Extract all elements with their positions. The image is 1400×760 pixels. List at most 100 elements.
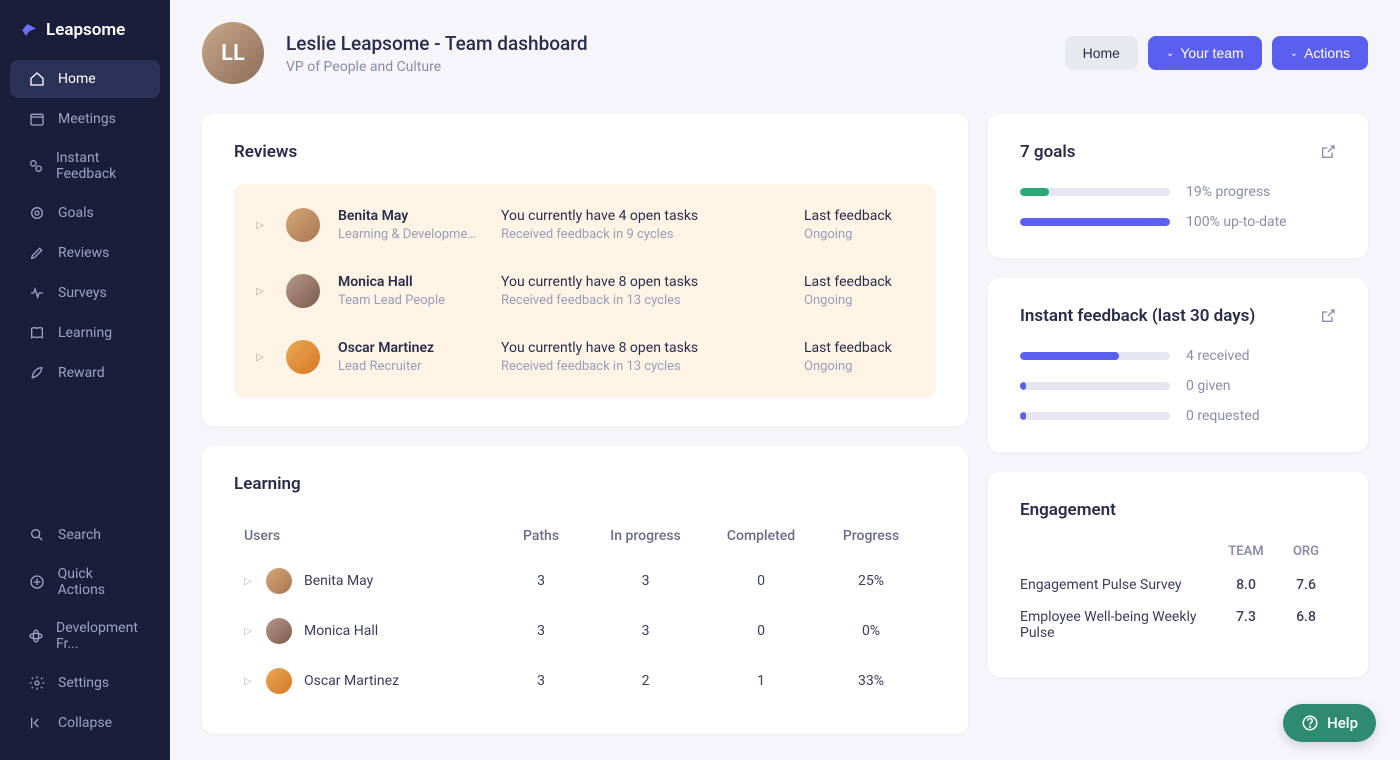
avatar xyxy=(266,618,292,644)
task-info: You currently have 8 open tasks Received … xyxy=(501,274,786,308)
bar-track xyxy=(1020,382,1170,390)
nav-label: Settings xyxy=(58,675,109,691)
cell-completed: 1 xyxy=(706,673,816,689)
fb-value: Ongoing xyxy=(804,227,914,242)
open-tasks: You currently have 4 open tasks xyxy=(501,208,786,224)
table-row[interactable]: ▷Monica Hall 3 3 0 0% xyxy=(234,606,936,656)
avatar xyxy=(266,568,292,594)
header-text: Leslie Leapsome - Team dashboard VP of P… xyxy=(286,32,588,75)
progress-bar-row: 4 received xyxy=(1020,348,1336,364)
progress-bar-row: 0 given xyxy=(1020,378,1336,394)
person-name: Benita May xyxy=(338,208,483,224)
fb-label: Last feedback xyxy=(804,340,914,356)
nav-development[interactable]: Development Fr... xyxy=(10,610,160,662)
help-icon xyxy=(1301,714,1319,732)
feedback-cycles: Received feedback in 9 cycles xyxy=(501,227,786,242)
expand-icon[interactable]: ▷ xyxy=(256,220,268,231)
review-row[interactable]: ▷ Oscar MartinezLead Recruiter You curre… xyxy=(234,324,936,390)
feedback-cycles: Received feedback in 13 cycles xyxy=(501,359,786,374)
progress-bar-row: 19% progress xyxy=(1020,184,1336,200)
expand-icon[interactable]: ▷ xyxy=(256,352,268,363)
user-cell: ▷Oscar Martinez xyxy=(244,668,497,694)
bar-fill xyxy=(1020,218,1170,226)
nav-label: Learning xyxy=(58,325,112,341)
nav-learning[interactable]: Learning xyxy=(10,314,160,352)
nav-collapse[interactable]: Collapse xyxy=(10,704,160,742)
fb-label: Last feedback xyxy=(804,274,914,290)
nav-reward[interactable]: Reward xyxy=(10,354,160,392)
calendar-icon xyxy=(28,110,46,128)
nav-home[interactable]: Home xyxy=(10,60,160,98)
table-row[interactable]: ▷Oscar Martinez 3 2 1 33% xyxy=(234,656,936,706)
bar-fill xyxy=(1020,382,1026,390)
cell-in-progress: 3 xyxy=(585,623,706,639)
user-avatar[interactable]: LL xyxy=(202,22,264,84)
open-tasks: You currently have 8 open tasks xyxy=(501,340,786,356)
header-buttons: Home ⌄Your team ⌄ Actions xyxy=(1065,36,1368,70)
sidebar: Leapsome Home Meetings Instant Feedback … xyxy=(0,0,170,760)
nav-goals[interactable]: Goals xyxy=(10,194,160,232)
atom-icon xyxy=(28,627,44,645)
user-cell: ▷Monica Hall xyxy=(244,618,497,644)
expand-icon[interactable]: ▷ xyxy=(244,626,254,637)
expand-icon[interactable]: ▷ xyxy=(256,286,268,297)
rocket-icon xyxy=(28,364,46,382)
cell-progress: 0% xyxy=(816,623,926,639)
bar-fill xyxy=(1020,352,1119,360)
engagement-row[interactable]: Employee Well-being Weekly Pulse 7.3 6.8 xyxy=(1020,601,1336,649)
card-header: 7 goals xyxy=(1020,142,1336,162)
chevron-down-icon: ⌄ xyxy=(1166,48,1174,59)
instant-feedback-card: Instant feedback (last 30 days) 4 receiv… xyxy=(988,278,1368,452)
nav-secondary: Search Quick Actions Development Fr... S… xyxy=(0,516,170,744)
avatar xyxy=(286,274,320,308)
goals-title: 7 goals xyxy=(1020,142,1076,162)
review-row[interactable]: ▷ Benita MayLearning & Developmen... You… xyxy=(234,192,936,258)
nav-surveys[interactable]: Surveys xyxy=(10,274,160,312)
org-score: 7.6 xyxy=(1276,577,1336,593)
engagement-title: Engagement xyxy=(1020,500,1336,520)
open-tasks: You currently have 8 open tasks xyxy=(501,274,786,290)
table-row[interactable]: ▷Benita May 3 3 0 25% xyxy=(234,556,936,606)
bar-track xyxy=(1020,188,1170,196)
nav-search[interactable]: Search xyxy=(10,516,160,554)
actions-button[interactable]: ⌄ Actions xyxy=(1272,36,1368,70)
nav-reviews[interactable]: Reviews xyxy=(10,234,160,272)
cell-completed: 0 xyxy=(706,573,816,589)
button-label: Actions xyxy=(1304,45,1350,61)
edit-icon xyxy=(28,244,46,262)
engagement-row[interactable]: Engagement Pulse Survey 8.0 7.6 xyxy=(1020,569,1336,601)
task-info: You currently have 8 open tasks Received … xyxy=(501,340,786,374)
feedback-cycles: Received feedback in 13 cycles xyxy=(501,293,786,308)
nav-quick-actions[interactable]: Quick Actions xyxy=(10,556,160,608)
user-name: Benita May xyxy=(304,573,373,589)
feedback-status: Last feedbackOngoing xyxy=(804,274,914,308)
bar-label: 0 given xyxy=(1186,378,1230,394)
survey-name: Employee Well-being Weekly Pulse xyxy=(1020,609,1216,641)
nav-label: Home xyxy=(58,71,96,87)
expand-icon[interactable]: ▷ xyxy=(244,676,254,687)
external-link-icon[interactable] xyxy=(1320,308,1336,324)
main-content: LL Leslie Leapsome - Team dashboard VP o… xyxy=(170,0,1400,760)
survey-name: Engagement Pulse Survey xyxy=(1020,577,1216,593)
nav-instant-feedback[interactable]: Instant Feedback xyxy=(10,140,160,192)
help-button[interactable]: Help xyxy=(1283,704,1376,742)
content-grid: Reviews ▷ Benita MayLearning & Developme… xyxy=(170,114,1400,754)
chevron-down-icon: ⌄ xyxy=(1290,48,1298,59)
person-info: Monica HallTeam Lead People xyxy=(338,274,483,308)
book-icon xyxy=(28,324,46,342)
nav-settings[interactable]: Settings xyxy=(10,664,160,702)
main-column: Reviews ▷ Benita MayLearning & Developme… xyxy=(202,114,968,734)
expand-icon[interactable]: ▷ xyxy=(244,576,254,587)
nav-meetings[interactable]: Meetings xyxy=(10,100,160,138)
external-link-icon[interactable] xyxy=(1320,144,1336,160)
button-label: Home xyxy=(1083,45,1120,61)
your-team-button[interactable]: ⌄Your team xyxy=(1148,36,1262,70)
review-row[interactable]: ▷ Monica HallTeam Lead People You curren… xyxy=(234,258,936,324)
nav-label: Goals xyxy=(58,205,94,221)
collapse-icon xyxy=(28,714,46,732)
fb-value: Ongoing xyxy=(804,359,914,374)
col-org: ORG xyxy=(1276,544,1336,559)
plus-circle-icon xyxy=(28,573,46,591)
brand-logo[interactable]: Leapsome xyxy=(0,16,170,60)
home-button[interactable]: Home xyxy=(1065,36,1138,70)
